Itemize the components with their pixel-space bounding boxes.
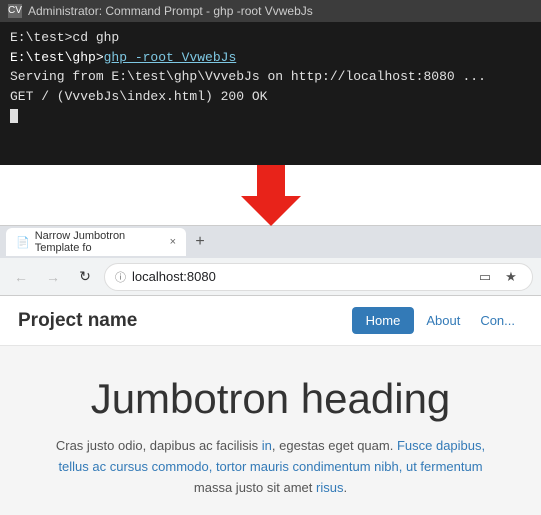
navbar-contact-link[interactable]: Con... [472,307,523,334]
terminal-body: E:\test>cd ghp E:\test\ghp>ghp -root Vvw… [0,22,541,132]
terminal-icon: CV [8,4,22,18]
hero-heading: Jumbotron heading [20,376,521,422]
back-button[interactable]: ← [8,264,34,290]
hero-link-in[interactable]: in [262,438,272,453]
navbar-about-link[interactable]: About [418,307,468,334]
terminal-line-5 [10,106,531,126]
terminal-get-text: GET / (VvvebJs\index.html) 200 OK [10,89,267,104]
webpage-hero: Jumbotron heading Cras justo odio, dapib… [0,346,541,515]
address-actions: ▭ ★ [474,266,522,288]
tab-label: Narrow Jumbotron Template fo [35,230,161,254]
browser-section: 📄 Narrow Jumbotron Template fo × + ← → ↻… [0,225,541,515]
down-arrow [241,164,301,226]
navbar-brand: Project name [18,310,352,332]
terminal-cmd-2: ghp -root VvwebJs [104,50,237,65]
navbar-links: Home About Con... [352,307,523,334]
webpage-content: Project name Home About Con... Jumbotron… [0,296,541,515]
terminal-line-2: E:\test\ghp>ghp -root VvwebJs [10,48,531,68]
browser-toolbar: ← → ↻ ⓘ localhost:8080 ▭ ★ [0,258,541,296]
arrow-section [0,165,541,225]
terminal-line-1: E:\test>cd ghp [10,28,531,48]
terminal-cursor [10,109,18,123]
terminal-title: Administrator: Command Prompt - ghp -roo… [28,4,313,18]
hero-link-fusce[interactable]: Fusce dapibus, [397,438,485,453]
terminal-section: CV Administrator: Command Prompt - ghp -… [0,0,541,165]
terminal-cmd-1: cd ghp [72,30,119,45]
address-text: localhost:8080 [132,269,468,284]
navbar-home-button[interactable]: Home [352,307,415,334]
terminal-line-3: Serving from E:\test\ghp\VvvebJs on http… [10,67,531,87]
terminal-titlebar: CV Administrator: Command Prompt - ghp -… [0,0,541,22]
hero-link-risus[interactable]: risus [316,480,343,495]
terminal-line-4: GET / (VvvebJs\index.html) 200 OK [10,87,531,107]
arrow-shaft [257,164,285,196]
arrow-head [241,196,301,226]
address-info-icon: ⓘ [115,269,126,285]
terminal-prompt-1: E:\test> [10,30,72,45]
forward-button[interactable]: → [40,264,66,290]
cast-icon[interactable]: ▭ [474,266,496,288]
hero-link-tellus[interactable]: tellus ac cursus commodo, tortor mauris … [58,459,482,474]
browser-tab-active[interactable]: 📄 Narrow Jumbotron Template fo × [6,228,186,256]
bookmark-icon[interactable]: ★ [500,266,522,288]
tab-close-button[interactable]: × [170,236,176,248]
new-tab-button[interactable]: + [188,230,212,254]
hero-text: Cras justo odio, dapibus ac facilisis in… [41,436,501,498]
reload-button[interactable]: ↻ [72,264,98,290]
browser-tabs: 📄 Narrow Jumbotron Template fo × + [0,226,541,258]
address-bar[interactable]: ⓘ localhost:8080 ▭ ★ [104,263,533,291]
tab-page-icon: 📄 [16,236,30,249]
terminal-prompt-2: E:\test\ghp> [10,50,104,65]
webpage-navbar: Project name Home About Con... [0,296,541,346]
